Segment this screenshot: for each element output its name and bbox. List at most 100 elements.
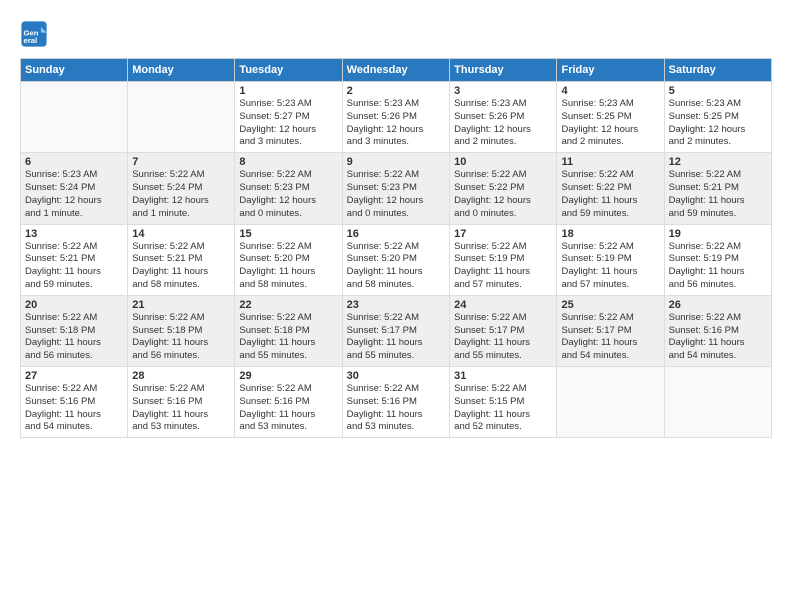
calendar-cell: 26Sunrise: 5:22 AM Sunset: 5:16 PM Dayli… bbox=[664, 295, 771, 366]
calendar-cell: 19Sunrise: 5:22 AM Sunset: 5:19 PM Dayli… bbox=[664, 224, 771, 295]
day-number: 20 bbox=[25, 299, 123, 311]
day-info: Sunrise: 5:22 AM Sunset: 5:20 PM Dayligh… bbox=[347, 241, 445, 292]
day-number: 12 bbox=[669, 156, 767, 168]
day-info: Sunrise: 5:22 AM Sunset: 5:15 PM Dayligh… bbox=[454, 383, 552, 434]
calendar-cell bbox=[664, 367, 771, 438]
calendar-cell: 8Sunrise: 5:22 AM Sunset: 5:23 PM Daylig… bbox=[235, 153, 342, 224]
calendar-table: SundayMondayTuesdayWednesdayThursdayFrid… bbox=[20, 58, 772, 438]
day-number: 1 bbox=[239, 85, 337, 97]
calendar-cell bbox=[557, 367, 664, 438]
calendar-cell: 18Sunrise: 5:22 AM Sunset: 5:19 PM Dayli… bbox=[557, 224, 664, 295]
calendar-week-row: 27 Sunrise: 5:22 AM Sunset: 5:16 PM Dayli… bbox=[21, 367, 772, 438]
day-number: 30 bbox=[347, 370, 445, 382]
day-info: Sunrise: 5:22 AM Sunset: 5:18 PM Dayligh… bbox=[132, 312, 230, 363]
day-number: 6 bbox=[25, 156, 123, 168]
calendar-cell: 5Sunrise: 5:23 AM Sunset: 5:25 PM Daylig… bbox=[664, 82, 771, 153]
day-number: 5 bbox=[669, 85, 767, 97]
calendar-cell: 2Sunrise: 5:23 AM Sunset: 5:26 PM Daylig… bbox=[342, 82, 449, 153]
weekday-header-thursday: Thursday bbox=[450, 59, 557, 82]
day-number: 23 bbox=[347, 299, 445, 311]
day-number: 3 bbox=[454, 85, 552, 97]
day-number: 26 bbox=[669, 299, 767, 311]
calendar-cell: 7Sunrise: 5:22 AM Sunset: 5:24 PM Daylig… bbox=[128, 153, 235, 224]
weekday-header-sunday: Sunday bbox=[21, 59, 128, 82]
day-info: Sunrise: 5:22 AM Sunset: 5:21 PM Dayligh… bbox=[669, 169, 767, 220]
calendar-cell: 12Sunrise: 5:22 AM Sunset: 5:21 PM Dayli… bbox=[664, 153, 771, 224]
day-info: Sunrise: 5:22 AM Sunset: 5:19 PM Dayligh… bbox=[669, 241, 767, 292]
day-number: 27 bbox=[25, 370, 123, 382]
day-number: 10 bbox=[454, 156, 552, 168]
day-number: 17 bbox=[454, 228, 552, 240]
day-info: Sunrise: 5:22 AM Sunset: 5:16 PM Dayligh… bbox=[132, 383, 230, 434]
day-info: Sunrise: 5:22 AM Sunset: 5:17 PM Dayligh… bbox=[347, 312, 445, 363]
day-number: 31 bbox=[454, 370, 552, 382]
day-info: Sunrise: 5:22 AM Sunset: 5:18 PM Dayligh… bbox=[25, 312, 123, 363]
calendar-cell: 24Sunrise: 5:22 AM Sunset: 5:17 PM Dayli… bbox=[450, 295, 557, 366]
day-info: Sunrise: 5:23 AM Sunset: 5:27 PM Dayligh… bbox=[239, 98, 337, 149]
day-info: Sunrise: 5:23 AM Sunset: 5:26 PM Dayligh… bbox=[454, 98, 552, 149]
calendar-cell: 4Sunrise: 5:23 AM Sunset: 5:25 PM Daylig… bbox=[557, 82, 664, 153]
day-info: Sunrise: 5:22 AM Sunset: 5:23 PM Dayligh… bbox=[347, 169, 445, 220]
day-info: Sunrise: 5:22 AM Sunset: 5:16 PM Dayligh… bbox=[239, 383, 337, 434]
day-number: 4 bbox=[561, 85, 659, 97]
day-info: Sunrise: 5:22 AM Sunset: 5:16 PM Dayligh… bbox=[347, 383, 445, 434]
day-info: Sunrise: 5:22 AM Sunset: 5:21 PM Dayligh… bbox=[25, 241, 123, 292]
calendar-cell: 21Sunrise: 5:22 AM Sunset: 5:18 PM Dayli… bbox=[128, 295, 235, 366]
calendar-cell: 15Sunrise: 5:22 AM Sunset: 5:20 PM Dayli… bbox=[235, 224, 342, 295]
weekday-header-friday: Friday bbox=[557, 59, 664, 82]
calendar-cell: 22Sunrise: 5:22 AM Sunset: 5:18 PM Dayli… bbox=[235, 295, 342, 366]
day-info: Sunrise: 5:23 AM Sunset: 5:26 PM Dayligh… bbox=[347, 98, 445, 149]
weekday-header-wednesday: Wednesday bbox=[342, 59, 449, 82]
day-number: 13 bbox=[25, 228, 123, 240]
day-number: 21 bbox=[132, 299, 230, 311]
calendar-week-row: 1Sunrise: 5:23 AM Sunset: 5:27 PM Daylig… bbox=[21, 82, 772, 153]
day-info: Sunrise: 5:22 AM Sunset: 5:23 PM Dayligh… bbox=[239, 169, 337, 220]
day-number: 15 bbox=[239, 228, 337, 240]
calendar-cell: 25Sunrise: 5:22 AM Sunset: 5:17 PM Dayli… bbox=[557, 295, 664, 366]
calendar-header-row: SundayMondayTuesdayWednesdayThursdayFrid… bbox=[21, 59, 772, 82]
logo-icon: Gen eral bbox=[20, 20, 48, 48]
page: Gen eral SundayMondayTuesdayWednesdayThu… bbox=[0, 0, 792, 612]
weekday-header-tuesday: Tuesday bbox=[235, 59, 342, 82]
day-info: Sunrise: 5:23 AM Sunset: 5:24 PM Dayligh… bbox=[25, 169, 123, 220]
calendar-cell: 31Sunrise: 5:22 AM Sunset: 5:15 PM Dayli… bbox=[450, 367, 557, 438]
day-number: 22 bbox=[239, 299, 337, 311]
day-info: Sunrise: 5:22 AM Sunset: 5:19 PM Dayligh… bbox=[561, 241, 659, 292]
calendar-cell: 3Sunrise: 5:23 AM Sunset: 5:26 PM Daylig… bbox=[450, 82, 557, 153]
calendar-cell: 16Sunrise: 5:22 AM Sunset: 5:20 PM Dayli… bbox=[342, 224, 449, 295]
day-info: Sunrise: 5:22 AM Sunset: 5:18 PM Dayligh… bbox=[239, 312, 337, 363]
day-number: 19 bbox=[669, 228, 767, 240]
day-info: Sunrise: 5:22 AM Sunset: 5:17 PM Dayligh… bbox=[454, 312, 552, 363]
day-info: Sunrise: 5:22 AM Sunset: 5:24 PM Dayligh… bbox=[132, 169, 230, 220]
calendar-week-row: 6Sunrise: 5:23 AM Sunset: 5:24 PM Daylig… bbox=[21, 153, 772, 224]
day-info: Sunrise: 5:23 AM Sunset: 5:25 PM Dayligh… bbox=[669, 98, 767, 149]
calendar-cell: 27Sunrise: 5:22 AM Sunset: 5:16 PM Dayli… bbox=[21, 367, 128, 438]
day-number: 25 bbox=[561, 299, 659, 311]
calendar-cell: 6Sunrise: 5:23 AM Sunset: 5:24 PM Daylig… bbox=[21, 153, 128, 224]
day-number: 11 bbox=[561, 156, 659, 168]
day-info: Sunrise: 5:22 AM Sunset: 5:19 PM Dayligh… bbox=[454, 241, 552, 292]
calendar-cell: 17Sunrise: 5:22 AM Sunset: 5:19 PM Dayli… bbox=[450, 224, 557, 295]
logo: Gen eral bbox=[20, 20, 51, 48]
day-info: Sunrise: 5:22 AM Sunset: 5:17 PM Dayligh… bbox=[561, 312, 659, 363]
calendar-week-row: 13Sunrise: 5:22 AM Sunset: 5:21 PM Dayli… bbox=[21, 224, 772, 295]
calendar-cell bbox=[21, 82, 128, 153]
day-number: 14 bbox=[132, 228, 230, 240]
day-number: 9 bbox=[347, 156, 445, 168]
day-info: Sunrise: 5:22 AM Sunset: 5:22 PM Dayligh… bbox=[561, 169, 659, 220]
calendar-cell: 23Sunrise: 5:22 AM Sunset: 5:17 PM Dayli… bbox=[342, 295, 449, 366]
day-info: Sunrise: 5:22 AM Sunset: 5:22 PM Dayligh… bbox=[454, 169, 552, 220]
calendar-cell bbox=[128, 82, 235, 153]
day-info: Sunrise: 5:22 AM Sunset: 5:16 PM Dayligh… bbox=[669, 312, 767, 363]
day-number: 28 bbox=[132, 370, 230, 382]
day-number: 24 bbox=[454, 299, 552, 311]
day-info: Sunrise: 5:22 AM Sunset: 5:20 PM Dayligh… bbox=[239, 241, 337, 292]
calendar-cell: 10Sunrise: 5:22 AM Sunset: 5:22 PM Dayli… bbox=[450, 153, 557, 224]
day-number: 7 bbox=[132, 156, 230, 168]
calendar-cell: 20Sunrise: 5:22 AM Sunset: 5:18 PM Dayli… bbox=[21, 295, 128, 366]
day-info: Sunrise: 5:23 AM Sunset: 5:25 PM Dayligh… bbox=[561, 98, 659, 149]
calendar-cell: 11Sunrise: 5:22 AM Sunset: 5:22 PM Dayli… bbox=[557, 153, 664, 224]
day-number: 29 bbox=[239, 370, 337, 382]
day-number: 8 bbox=[239, 156, 337, 168]
svg-text:eral: eral bbox=[24, 36, 38, 45]
